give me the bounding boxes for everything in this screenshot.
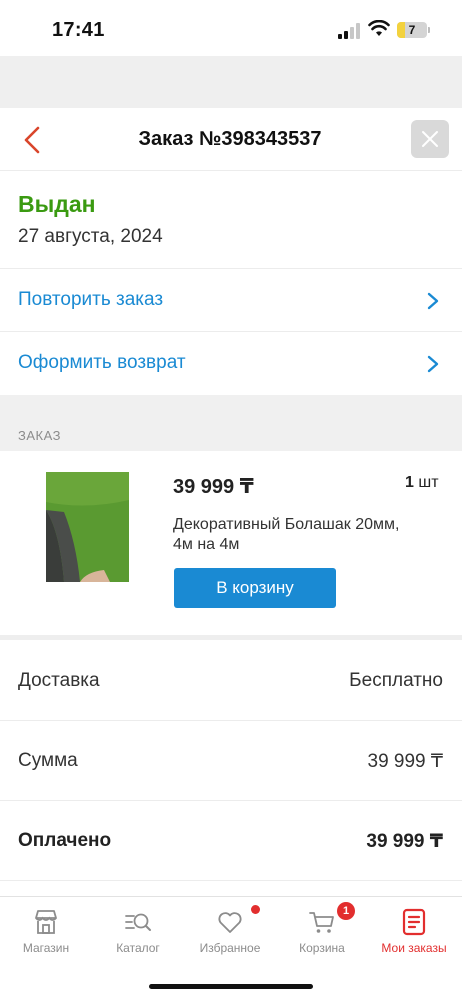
status-time: 17:41	[52, 19, 105, 41]
product-image[interactable]	[46, 472, 129, 582]
delivery-value: Бесплатно	[349, 670, 443, 691]
battery-icon: 7	[397, 22, 427, 38]
tab-label-catalog: Каталог	[116, 941, 160, 955]
paid-row: Оплачено 39 999 ₸	[0, 800, 462, 881]
repeat-order-label: Повторить заказ	[18, 289, 164, 310]
order-status-label: Выдан	[18, 191, 96, 217]
section-label: ЗАКАЗ	[18, 428, 61, 443]
status-bar: 17:41 7	[0, 0, 462, 56]
repeat-order-row[interactable]: Повторить заказ	[0, 268, 462, 332]
cart-badge: 1	[337, 902, 355, 920]
tab-label-my-orders: Мои заказы	[381, 941, 447, 955]
paid-label: Оплачено	[18, 830, 112, 851]
orders-icon	[402, 908, 426, 936]
tab-store[interactable]: Магазин	[0, 897, 92, 963]
tab-cart[interactable]: 1 Корзина	[276, 897, 368, 963]
chevron-right-icon	[427, 292, 439, 310]
delivery-row: Доставка Бесплатно	[0, 640, 462, 721]
tab-my-orders[interactable]: Мои заказы	[368, 897, 460, 963]
favorites-badge-dot	[251, 905, 260, 914]
close-button[interactable]	[411, 120, 449, 158]
home-indicator	[149, 984, 313, 989]
wifi-icon	[368, 20, 390, 36]
product-quantity: 1 шт	[405, 474, 439, 492]
section-band	[0, 395, 462, 451]
add-to-cart-button[interactable]: В корзину	[174, 568, 336, 608]
store-icon	[35, 910, 57, 934]
delivery-label: Доставка	[18, 670, 100, 691]
close-icon	[422, 131, 438, 147]
chevron-right-icon	[427, 355, 439, 373]
header: Заказ №398343537	[0, 108, 462, 171]
tab-label-favorites: Избранное	[199, 941, 261, 955]
catalog-search-icon	[125, 913, 151, 931]
product-quantity-value: 1	[405, 474, 414, 491]
product-price: 39 999 ₸	[173, 476, 254, 498]
order-date: 27 августа, 2024	[18, 226, 163, 247]
sum-row: Сумма 39 999 ₸	[0, 720, 462, 801]
heart-icon	[218, 912, 242, 933]
battery-nub	[428, 27, 430, 33]
cart-icon	[309, 912, 334, 933]
tab-label-store: Магазин	[22, 941, 70, 955]
battery-percent: 7	[408, 23, 416, 37]
return-order-row[interactable]: Оформить возврат	[0, 331, 462, 395]
paid-value: 39 999 ₸	[366, 831, 443, 852]
tab-favorites[interactable]: Избранное	[184, 897, 276, 963]
return-order-label: Оформить возврат	[18, 352, 186, 373]
tab-label-cart: Корзина	[299, 941, 345, 955]
page-title: Заказ №398343537	[138, 128, 322, 150]
product-name[interactable]: Декоративный Болашак 20мм, 4м на 4м	[173, 515, 403, 555]
top-gray-strip	[0, 56, 462, 108]
sum-value: 39 999 ₸	[367, 751, 443, 772]
product-quantity-unit: шт	[418, 474, 439, 491]
sum-label: Сумма	[18, 750, 78, 771]
back-arrow-icon[interactable]	[14, 122, 50, 158]
cellular-signal-icon	[338, 23, 360, 39]
tab-catalog[interactable]: Каталог	[92, 897, 184, 963]
